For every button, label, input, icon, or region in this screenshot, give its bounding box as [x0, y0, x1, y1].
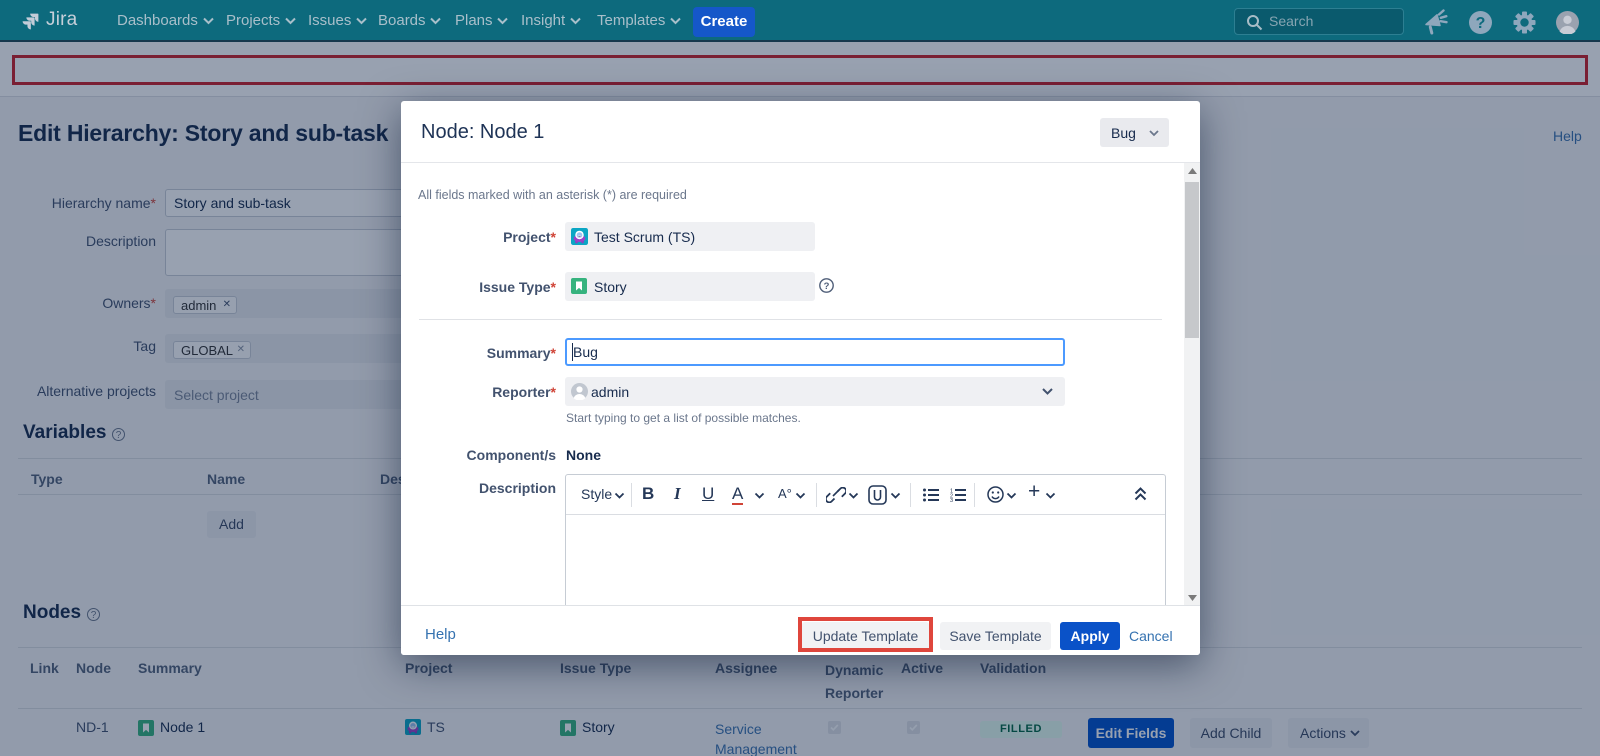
svg-text:?: ?	[1476, 15, 1486, 32]
svg-text:?: ?	[824, 281, 830, 292]
svg-text:3: 3	[950, 498, 953, 502]
